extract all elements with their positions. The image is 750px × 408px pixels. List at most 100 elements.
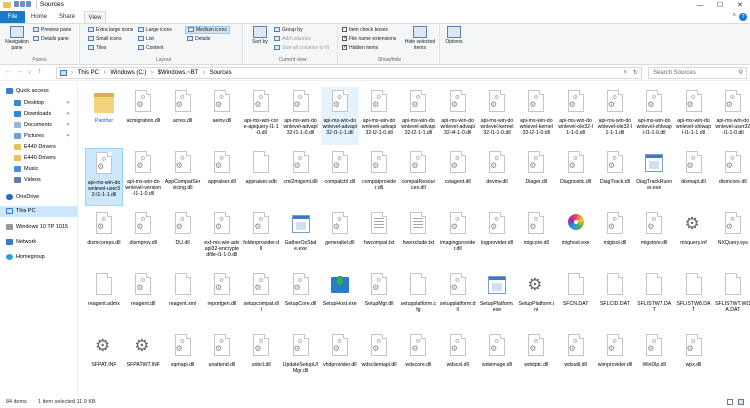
options-button[interactable]: Options [443, 26, 465, 45]
file-item[interactable]: ⚙ ⚙ migisol.dll [596, 209, 634, 267]
quick-access-toolbar[interactable] [14, 1, 34, 9]
recent-locations-icon[interactable]: ˅ [28, 70, 31, 76]
nav-downloads[interactable]: Downloads ✦ [0, 109, 78, 120]
file-item[interactable]: ⚙ ⚙ api-ms-win-downlevel-version-l1-1-0.dl… [124, 148, 162, 206]
file-item[interactable]: ⚙ ⚙ acres.dll [164, 87, 202, 145]
file-item[interactable]: reagent.xml [164, 270, 202, 328]
file-item[interactable]: hwexclude.txt [399, 209, 437, 267]
file-item[interactable]: reagent.admx [85, 270, 123, 328]
tab-file[interactable]: File [0, 11, 25, 23]
file-item[interactable]: SFLCID.DAT [596, 270, 634, 328]
file-item[interactable]: ⚙ SetupPlatform.ini [517, 270, 555, 328]
file-item[interactable]: ⚙ ⚙ api-ms-win-downlevel-kernel32-l1-1-0.d… [478, 87, 516, 145]
file-item[interactable]: ⚙ ⚙ api-ms-win-downlevel-shlwapi-l1-1-1.dl… [675, 87, 713, 145]
file-item[interactable]: SetupHost.exe [321, 270, 359, 328]
file-item[interactable]: ⚙ ⚙ reportgen.dll [203, 270, 241, 328]
sort-by-button[interactable]: Sort by [251, 26, 269, 45]
file-item[interactable]: ⚙ ⚙ setupplatform.dll [439, 270, 477, 328]
file-item[interactable]: ⚙ ⚙ wdsclientapi.dll [360, 331, 398, 389]
file-item[interactable]: ⚙ ⚙ sqmapi.dll [164, 331, 202, 389]
hide-selected-items-button[interactable]: Hide selected items [402, 26, 438, 51]
file-item[interactable]: DiagTrackRunner.exe [635, 148, 673, 206]
file-item[interactable]: ⚙ mxquery.inf [675, 209, 713, 267]
minimize-button[interactable]: — [690, 0, 710, 11]
small-icons-button[interactable]: Small icons [88, 36, 122, 42]
file-item[interactable]: ⚙ ⚙ UpdateSetupUIMgr.dll [282, 331, 320, 389]
file-item[interactable]: ⚙ ⚙ dismapi.dll [675, 148, 713, 206]
nav-windows-10-tp[interactable]: Windows 10 TP 1015 [0, 222, 78, 233]
file-item[interactable]: ⚙ ⚙ api-ms-win-downlevel-advapi32-l4-1-0.d… [439, 87, 477, 145]
file-item[interactable]: ⚙ ⚙ unattend.dll [203, 331, 241, 389]
help-icon[interactable]: ? [739, 13, 747, 21]
nav-network[interactable]: Network [0, 237, 78, 248]
file-item[interactable]: ⚙ ⚙ api-ms-win-downlevel-advapi32-l2-1-0.d… [360, 87, 398, 145]
file-item[interactable]: ⚙ ⚙ ext-ms-win-advapi32-encryptedfile-l1-1… [203, 209, 241, 267]
breadcrumb-sources[interactable]: Sources [210, 68, 232, 78]
file-item[interactable]: ⚙ ⚙ acmigration.dll [124, 87, 162, 145]
file-item[interactable]: ⚙ ⚙ Diager.dll [517, 148, 555, 206]
file-item[interactable]: ⚙ ⚙ DU.dll [164, 209, 202, 267]
nav-quick-access[interactable]: Quick access [0, 86, 78, 97]
file-item[interactable]: ⚙ ⚙ api-ms-win-downlevel-user32-l1-1-1.dll [85, 148, 123, 206]
tab-view[interactable]: View [84, 11, 106, 23]
file-item[interactable]: ⚙ SFPAT.INF [85, 331, 123, 389]
breadcrumb-windows-c[interactable]: Windows (C:) [110, 68, 146, 78]
size-all-columns-button[interactable]: Size all columns to fit [274, 45, 329, 51]
nav-homegroup[interactable]: Homegroup [0, 252, 78, 263]
file-item[interactable]: GatherOsState.exe [282, 209, 320, 267]
chevron-right-icon[interactable]: › [71, 68, 73, 78]
tiles-button[interactable]: Tiles [88, 45, 106, 51]
up-arrow-icon[interactable]: ↑ [38, 68, 42, 75]
file-item[interactable]: ⚙ ⚙ api-ms-win-downlevel-advapi32-l1-1-0.d… [282, 87, 320, 145]
navigation-pane-button[interactable]: Navigation pane [3, 26, 31, 51]
details-button[interactable]: Details [187, 36, 210, 42]
file-item[interactable]: ⚙ ⚙ api-ms-win-downlevel-ole32-l1-1-1.dll [596, 87, 634, 145]
file-item[interactable]: ⚙ ⚙ unbcl.dll [242, 331, 280, 389]
chevron-right-icon[interactable]: › [151, 68, 153, 78]
file-item[interactable]: ⚙ ⚙ setupcompat.dll [242, 270, 280, 328]
file-item[interactable]: ⚙ ⚙ compatprovider.dll [360, 148, 398, 206]
file-item[interactable]: ⚙ ⚙ SetupMgr.dll [360, 270, 398, 328]
file-item[interactable]: ⚙ ⚙ DiagTrack.dll [596, 148, 634, 206]
file-name-extensions-toggle[interactable]: File name extensions [342, 35, 396, 42]
address-bar[interactable]: › This PC › Windows (C:) › $Windows.~BT … [56, 67, 642, 79]
details-view-icon[interactable] [727, 399, 733, 405]
search-icon[interactable]: ⚲ [739, 68, 743, 78]
refresh-icon[interactable]: ↻ [633, 68, 638, 78]
file-item[interactable]: ⚙ ⚙ csiagent.dll [439, 148, 477, 206]
file-item[interactable]: ⚙ ⚙ api-ms-win-downlevel-shlwapi-l1-1-0.dl… [635, 87, 673, 145]
file-item[interactable]: ⚙ ⚙ wimprovider.dll [596, 331, 634, 389]
file-item[interactable]: SFLISTW8.DAT [675, 270, 713, 328]
file-item[interactable]: ⚙ ⚙ imagingprovider.dll [439, 209, 477, 267]
tab-home[interactable]: Home [28, 11, 50, 23]
file-item[interactable]: ⚙ ⚙ wdsimage.dll [478, 331, 516, 389]
large-icons-button[interactable]: Large icons [138, 27, 172, 33]
file-item[interactable]: ⚙ ⚙ wdsutil.dll [557, 331, 595, 389]
content-button[interactable]: Content [138, 45, 164, 51]
file-item[interactable]: ⚙ ⚙ dismprov.dll [124, 209, 162, 267]
nav-e440-drivers[interactable]: E440 Drivers [0, 142, 78, 153]
file-item[interactable]: ⚙ ⚙ wdstptc.dll [517, 331, 555, 389]
checkbox[interactable] [342, 44, 347, 50]
file-item[interactable]: ⚙ ⚙ reagent.dll [124, 270, 162, 328]
file-item[interactable]: ⚙ ⚙ migcore.dll [517, 209, 555, 267]
nav-documents[interactable]: Documents ✦ [0, 120, 78, 131]
item-check-boxes-toggle[interactable]: Item check boxes [342, 27, 388, 33]
group-by-button[interactable]: Group by [274, 27, 303, 33]
breadcrumb-windows-bt[interactable]: $Windows.~BT [158, 68, 199, 78]
file-item[interactable]: ⚙ ⚙ NXQuery.sys [714, 209, 750, 267]
file-item[interactable]: ⚙ ⚙ wpx.dll [675, 331, 713, 389]
close-button[interactable]: ✕ [730, 0, 750, 11]
file-item[interactable]: SFCN.DAT [557, 270, 595, 328]
file-item[interactable]: ⚙ ⚙ api-ms-win-downlevel-ole32-l1-1-0.dll [557, 87, 595, 145]
maximize-button[interactable]: ☐ [710, 0, 730, 11]
hidden-items-toggle[interactable]: Hidden items [342, 44, 378, 51]
file-item[interactable]: ⚙ ⚙ aeinv.dll [203, 87, 241, 145]
file-item[interactable]: ⚙ ⚙ wdscsl.dll [439, 331, 477, 389]
tab-share[interactable]: Share [55, 11, 79, 23]
search-input[interactable]: Search Sources ⚲ [648, 67, 747, 79]
file-item[interactable]: setupplatform.cfg [399, 270, 437, 328]
file-item[interactable]: ⚙ ⚙ compatResources.dll [399, 148, 437, 206]
checkbox[interactable] [342, 35, 347, 41]
details-pane-button[interactable]: Details pane [33, 36, 69, 42]
